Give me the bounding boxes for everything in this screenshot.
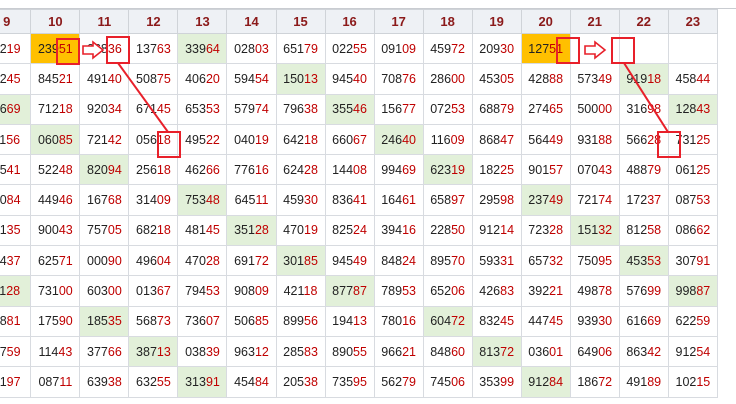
highlight-box [56, 38, 80, 65]
highlight-box [556, 37, 580, 64]
highlight-box [106, 36, 130, 64]
highlight-box [657, 131, 681, 158]
arrow-right-icon [82, 40, 105, 60]
connector-line [623, 62, 669, 133]
connector-line [117, 62, 169, 133]
arrow-right-icon [584, 40, 607, 60]
annotation-overlay [56, 36, 681, 158]
highlight-box [611, 37, 635, 64]
highlight-box [157, 131, 181, 158]
